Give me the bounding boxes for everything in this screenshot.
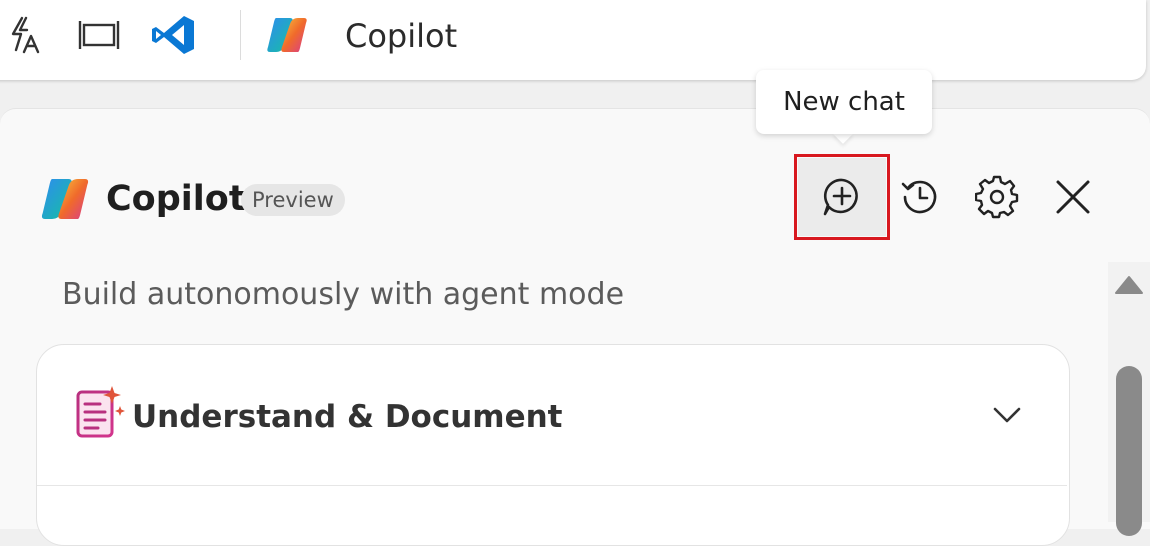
history-button[interactable] <box>893 172 947 226</box>
card-title: Understand & Document <box>132 399 563 435</box>
taskbar-separator <box>240 10 241 60</box>
gear-icon <box>974 175 1019 223</box>
document-sparkle-icon <box>74 384 126 440</box>
page-title: Copilot <box>106 179 246 219</box>
agent-mode-subtitle: Build autonomously with agent mode <box>62 277 625 312</box>
history-icon <box>899 176 941 222</box>
close-button[interactable] <box>1046 172 1100 226</box>
settings-button[interactable] <box>970 172 1024 226</box>
scroll-up-arrow-icon[interactable] <box>1114 274 1144 296</box>
new-chat-highlight <box>794 154 890 240</box>
new-chat-tooltip: New chat <box>756 70 932 134</box>
taskbar-app-title[interactable]: Copilot <box>345 14 457 58</box>
preview-badge: Preview <box>241 184 345 216</box>
window-frame-icon[interactable] <box>76 12 122 58</box>
copilot-logo-icon[interactable] <box>264 12 310 58</box>
close-icon <box>1053 177 1093 221</box>
text-actions-icon[interactable] <box>4 12 50 58</box>
understand-document-card[interactable] <box>36 344 1070 546</box>
card-divider <box>37 485 1067 486</box>
vscode-icon[interactable] <box>150 12 196 58</box>
copilot-logo-icon <box>38 172 92 226</box>
chevron-down-icon[interactable] <box>990 400 1024 430</box>
